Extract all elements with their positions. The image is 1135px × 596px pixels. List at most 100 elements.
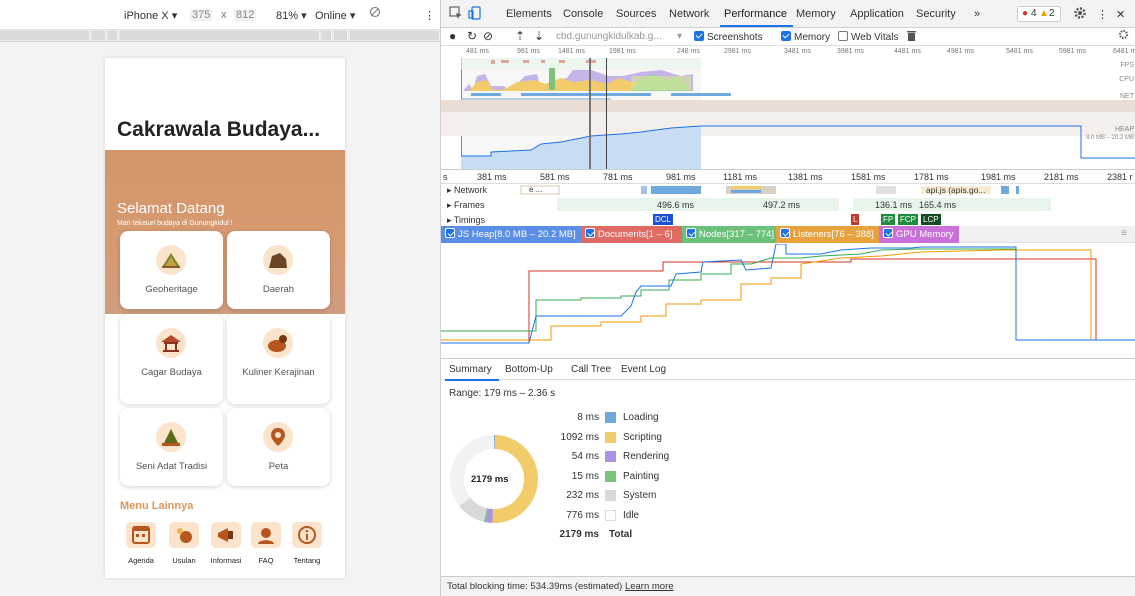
reload-icon[interactable]: ↻: [467, 29, 477, 43]
tab-performance[interactable]: Performance: [724, 8, 787, 20]
flame-ruler: s 381 ms 581 ms 781 ms 981 ms 1181 ms 1381 ms 1…: [441, 171, 1135, 183]
summary-swatch: [605, 412, 616, 423]
hero-subtitle: Mari telusuri budaya di Gunungkidul !: [117, 220, 233, 227]
documents-counter[interactable]: Documents[1 – 6]: [581, 226, 682, 243]
card-label: Daerah: [262, 284, 295, 295]
fcp-marker[interactable]: FCP: [898, 214, 918, 225]
card-kuliner-kerajinan[interactable]: Kuliner Kerajinan: [227, 314, 330, 404]
summary-row: 776 ms Idle: [541, 509, 711, 524]
clear-icon[interactable]: ⊘: [483, 29, 493, 43]
tab-bottom-up[interactable]: Bottom-Up: [505, 364, 553, 375]
frames-track-label[interactable]: ▸ Frames: [447, 200, 485, 211]
flame-tick-label: 1581 ms: [851, 172, 886, 182]
megaphone-icon[interactable]: [211, 522, 241, 548]
calendar-icon[interactable]: [126, 522, 156, 548]
zoom-select[interactable]: 81% ▾: [276, 9, 307, 22]
fp-marker[interactable]: FP: [881, 214, 896, 225]
listeners-counter[interactable]: Listeners[76 – 388]: [776, 226, 879, 243]
upload-icon[interactable]: ⇡: [515, 29, 525, 43]
gear-icon[interactable]: [1073, 6, 1087, 23]
summary-value: 54 ms: [571, 451, 599, 462]
tab-application[interactable]: Application: [850, 8, 904, 20]
tab-memory[interactable]: Memory: [796, 8, 836, 20]
screenshots-track: [441, 100, 1135, 136]
tab-sources[interactable]: Sources: [616, 8, 656, 20]
screenshots-checkbox[interactable]: Screenshots: [694, 31, 763, 43]
menu-label-agenda: Agenda: [128, 556, 154, 565]
mountain-icon: [156, 245, 186, 275]
hand-icon[interactable]: [169, 522, 199, 548]
memory-checkbox[interactable]: Memory: [781, 31, 830, 43]
tab-event-log[interactable]: Event Log: [621, 364, 666, 375]
tab-call-tree[interactable]: Call Tree: [571, 364, 611, 375]
card-daerah[interactable]: Daerah: [227, 231, 330, 309]
menu-label-informasi: Informasi: [210, 556, 242, 565]
device-toggle-icon[interactable]: [468, 6, 482, 23]
tab-console[interactable]: Console: [563, 8, 603, 20]
media-query-ruler[interactable]: [0, 30, 440, 42]
cpu-label: CPU: [1119, 76, 1134, 83]
network-track-label[interactable]: ▸ Network: [447, 185, 487, 196]
lcp-marker[interactable]: LCP: [921, 214, 941, 225]
issues-badge[interactable]: ● 4 ▲ 2: [1017, 6, 1061, 22]
summary-category: System: [623, 490, 657, 501]
chevron-down-icon[interactable]: ▾: [677, 31, 682, 42]
rotate-icon[interactable]: [369, 6, 381, 21]
tab-elements[interactable]: Elements: [506, 8, 552, 20]
more-tabs-button[interactable]: »: [974, 8, 980, 20]
card-label: Peta: [268, 461, 289, 472]
summary-category: Idle: [623, 509, 640, 521]
devtools-tabbar: Elements Console Sources Network Perform…: [441, 0, 1135, 28]
timings-track-label[interactable]: ▸ Timings: [447, 215, 485, 226]
webvitals-checkbox[interactable]: Web Vitals: [838, 31, 898, 43]
card-geoheritage[interactable]: Geoheritage: [120, 231, 223, 309]
screen: iPhone X ▾ 375 x 812 81% ▾ Online ▾ ⋮ Ca…: [0, 0, 1135, 596]
capture-settings-icon[interactable]: [1118, 29, 1129, 43]
support-icon[interactable]: [251, 522, 281, 548]
blocking-time-text: Total blocking time: 534.39ms (estimated…: [447, 581, 623, 592]
heap-range-label: 8.0 MB – 20.2 MB: [1085, 135, 1134, 141]
js-heap-counter[interactable]: JS Heap[8.0 MB – 20.2 MB]: [441, 226, 581, 243]
card-label: Geoheritage: [145, 284, 198, 295]
close-icon[interactable]: ✕: [1116, 8, 1125, 21]
card-peta[interactable]: Peta: [227, 408, 330, 486]
summary-category: Rendering: [623, 451, 670, 462]
memory-counters-bar: JS Heap[8.0 MB – 20.2 MB] Documents[1 – …: [441, 226, 1135, 243]
error-icon: ●: [1022, 8, 1029, 19]
flame-tick-label: 981 ms: [666, 172, 696, 182]
devtools-menu-icon[interactable]: ⋮: [1097, 8, 1108, 21]
summary-category: Total: [609, 529, 633, 540]
frames-track[interactable]: [557, 198, 1051, 211]
fps-label: FPS: [1120, 62, 1134, 69]
tab-summary[interactable]: Summary: [449, 364, 492, 375]
flame-tick-label: 1781 ms: [914, 172, 949, 182]
counters-menu-icon[interactable]: ≡: [1121, 228, 1127, 239]
download-icon[interactable]: ⇣: [534, 29, 544, 43]
load-marker[interactable]: L: [851, 214, 860, 225]
card-label: Seni Adat Tradisi: [135, 461, 208, 472]
device-select[interactable]: iPhone X ▾: [124, 9, 177, 22]
summary-value: 15 ms: [571, 470, 599, 482]
network-throttle-select[interactable]: Online ▾: [315, 9, 355, 22]
info-icon[interactable]: [292, 522, 322, 548]
summary-value: 232 ms: [566, 490, 599, 501]
learn-more-link[interactable]: Learn more: [625, 581, 674, 592]
width-input[interactable]: 375: [190, 9, 213, 21]
card-cagar-budaya[interactable]: Cagar Budaya: [120, 314, 223, 404]
gpu-memory-counter[interactable]: GPU Memory: [879, 226, 959, 243]
height-input[interactable]: 812: [234, 9, 257, 21]
card-seni-adat-tradisi[interactable]: Seni Adat Tradisi: [120, 408, 223, 486]
timeline-overview[interactable]: 481 ms 981 ms 1481 ms 1981 ms 248 ms 2981 ms 3…: [441, 46, 1135, 170]
trash-icon[interactable]: [907, 31, 916, 44]
profile-select[interactable]: cbd.gunungkidulkab.g...: [556, 31, 662, 42]
app-viewport: Cakrawala Budaya... Selamat Datang Mari …: [105, 58, 345, 578]
summary-row: 15 ms Painting: [541, 470, 711, 485]
record-icon[interactable]: ●: [449, 29, 456, 43]
inspect-icon[interactable]: [449, 6, 463, 23]
nodes-counter[interactable]: Nodes[317 – 774]: [682, 226, 776, 243]
dcl-marker[interactable]: DCL: [653, 214, 674, 225]
menu-label-tentang: Tentang: [293, 556, 321, 565]
tab-network[interactable]: Network: [669, 8, 709, 20]
tab-security[interactable]: Security: [916, 8, 956, 20]
device-more-menu[interactable]: ⋮: [424, 9, 435, 22]
